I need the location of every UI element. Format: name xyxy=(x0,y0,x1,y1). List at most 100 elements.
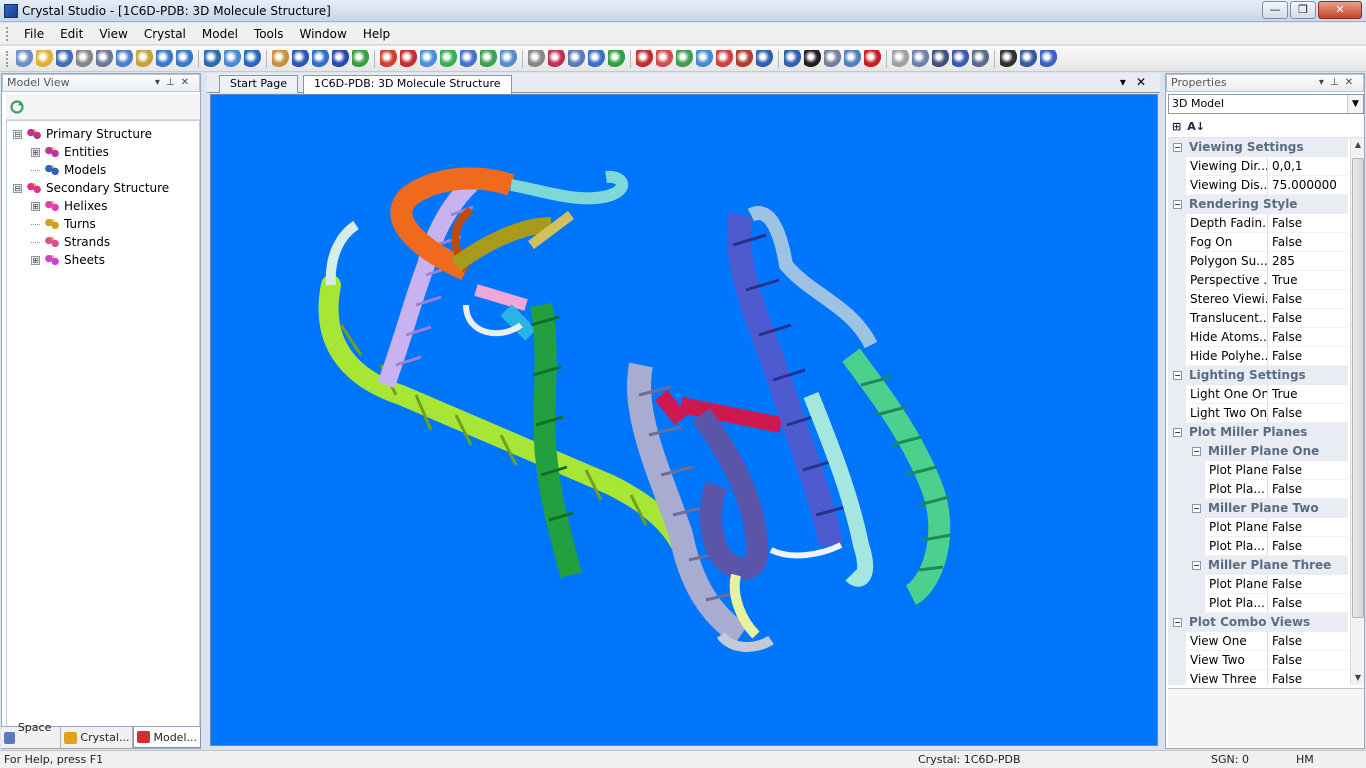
save-icon[interactable] xyxy=(56,50,73,67)
property-row[interactable]: Plot Pla... False xyxy=(1168,594,1348,613)
dots-red-icon[interactable] xyxy=(656,50,673,67)
property-value[interactable]: False xyxy=(1269,214,1348,233)
menu-window[interactable]: Window xyxy=(291,24,354,44)
symmetry-icon[interactable] xyxy=(568,50,585,67)
refresh-icon[interactable] xyxy=(244,50,261,67)
tab-list-icon[interactable]: ▾ xyxy=(1120,75,1136,89)
scroll-down-icon[interactable]: ▼ xyxy=(1351,671,1365,685)
property-row[interactable]: Polygon Su... 285 xyxy=(1168,252,1348,271)
property-row[interactable]: Plot Pla... False xyxy=(1168,480,1348,499)
title-bar[interactable]: Crystal Studio - [1C6D-PDB: 3D Molecule … xyxy=(0,0,1366,22)
property-value[interactable]: True xyxy=(1269,271,1348,290)
refresh-icon[interactable] xyxy=(9,99,25,115)
close-document-icon[interactable]: ✕ xyxy=(1136,75,1156,89)
red-dot-icon[interactable] xyxy=(864,50,881,67)
property-row[interactable]: Light One On True xyxy=(1168,385,1348,404)
atom-label-icon[interactable] xyxy=(332,50,349,67)
property-row[interactable]: View One False xyxy=(1168,632,1348,651)
menu-model[interactable]: Model xyxy=(194,24,246,44)
pin-icon[interactable]: ⊥ xyxy=(166,77,181,88)
select-icon[interactable] xyxy=(292,50,309,67)
property-row[interactable]: Light Two On False xyxy=(1168,404,1348,423)
dropdown-icon[interactable]: ▾ xyxy=(155,77,166,88)
close-button[interactable]: ✕ xyxy=(1318,1,1362,19)
menu-tools[interactable]: Tools xyxy=(246,24,292,44)
property-row[interactable]: Hide Atoms... False xyxy=(1168,328,1348,347)
property-value[interactable]: False xyxy=(1269,518,1348,537)
menu-grip[interactable] xyxy=(6,26,10,41)
menu-help[interactable]: Help xyxy=(355,24,398,44)
property-value[interactable]: False xyxy=(1269,594,1348,613)
property-subcategory[interactable]: − Miller Plane Three xyxy=(1168,556,1348,575)
property-category[interactable]: − Rendering Style xyxy=(1168,195,1348,214)
tree-item-secondary-structure[interactable]: ⊟ Secondary Structure xyxy=(13,179,169,197)
text-icon[interactable] xyxy=(1020,50,1037,67)
cell-icon[interactable] xyxy=(588,50,605,67)
rotate-icon[interactable] xyxy=(440,50,457,67)
property-row[interactable]: Viewing Dir... 0,0,1 xyxy=(1168,157,1348,176)
globe-icon[interactable] xyxy=(756,50,773,67)
film-icon[interactable] xyxy=(1000,50,1017,67)
export-icon[interactable] xyxy=(972,50,989,67)
collapse-toggle-icon[interactable]: − xyxy=(1173,428,1182,437)
bond-icon[interactable] xyxy=(380,50,397,67)
app-icon[interactable] xyxy=(4,3,18,18)
property-value[interactable]: False xyxy=(1269,347,1348,366)
property-value[interactable]: False xyxy=(1269,632,1348,651)
property-row[interactable]: Viewing Dis... 75.000000 xyxy=(1168,176,1348,195)
select-atoms-icon[interactable] xyxy=(312,50,329,67)
left-tab-model[interactable]: Model... xyxy=(133,727,201,748)
dots-icon[interactable] xyxy=(636,50,653,67)
property-row[interactable]: Depth Fadin... False xyxy=(1168,214,1348,233)
property-value[interactable]: 285 xyxy=(1269,252,1348,271)
expand-toggle-icon[interactable]: ⊟ xyxy=(13,129,22,139)
chevron-down-icon[interactable]: ▼ xyxy=(1347,95,1363,113)
paste-icon[interactable] xyxy=(136,50,153,67)
new-icon[interactable] xyxy=(16,50,33,67)
property-row[interactable]: Stereo Viewi... False xyxy=(1168,290,1348,309)
property-value[interactable]: True xyxy=(1269,385,1348,404)
left-tab-crystal[interactable]: Crystal... xyxy=(61,727,134,748)
tree-item-models[interactable]: Models xyxy=(31,161,106,179)
property-value[interactable]: 0,0,1 xyxy=(1269,157,1348,176)
left-tab-space[interactable]: Space ... xyxy=(1,721,62,755)
property-scrollbar[interactable]: ▲ ▼ xyxy=(1350,138,1364,685)
property-value[interactable]: False xyxy=(1269,670,1348,685)
object-selector[interactable]: 3D Model ▼ xyxy=(1168,94,1364,114)
tree-item-entities[interactable]: ⊞ Entities xyxy=(31,143,109,161)
property-row[interactable]: Translucent... False xyxy=(1168,309,1348,328)
scroll-thumb[interactable] xyxy=(1352,158,1364,618)
molecule-icon[interactable] xyxy=(400,50,417,67)
copy-view-icon[interactable] xyxy=(952,50,969,67)
plane-icon[interactable] xyxy=(480,50,497,67)
protein-ribbon-render[interactable] xyxy=(211,95,1158,746)
redo-icon[interactable] xyxy=(176,50,193,67)
tree-item-sheets[interactable]: ⊞ Sheets xyxy=(31,251,105,269)
close-icon[interactable]: ✕ xyxy=(1345,77,1359,88)
pin-icon[interactable]: ⊥ xyxy=(1330,77,1345,88)
tree-item-turns[interactable]: Turns xyxy=(31,215,96,233)
double-icon[interactable] xyxy=(676,50,693,67)
property-row[interactable]: Plot Pla... False xyxy=(1168,537,1348,556)
tab-start-page[interactable]: Start Page xyxy=(219,75,298,93)
build-icon[interactable] xyxy=(352,50,369,67)
dots-grid-icon[interactable] xyxy=(716,50,733,67)
menu-crystal[interactable]: Crystal xyxy=(136,24,194,44)
property-value[interactable]: False xyxy=(1269,575,1348,594)
property-category[interactable]: − Plot Combo Views xyxy=(1168,613,1348,632)
property-row[interactable]: Plot Plane False xyxy=(1168,575,1348,594)
property-value[interactable]: False xyxy=(1269,404,1348,423)
tab-molecule-structure[interactable]: 1C6D-PDB: 3D Molecule Structure xyxy=(303,75,512,94)
property-category[interactable]: − Lighting Settings xyxy=(1168,366,1348,385)
cell-red-icon[interactable] xyxy=(608,50,625,67)
copy-icon[interactable] xyxy=(116,50,133,67)
property-value[interactable]: False xyxy=(1269,290,1348,309)
measure-icon[interactable] xyxy=(528,50,545,67)
collapse-toggle-icon[interactable]: − xyxy=(1192,561,1201,570)
scroll-up-icon[interactable]: ▲ xyxy=(1351,138,1365,152)
tree-item-strands[interactable]: Strands xyxy=(31,233,110,251)
grid-icon[interactable] xyxy=(500,50,517,67)
categorized-icon[interactable]: ⊞ xyxy=(1172,120,1181,133)
property-row[interactable]: Plot Plane False xyxy=(1168,461,1348,480)
property-subcategory[interactable]: − Miller Plane Two xyxy=(1168,499,1348,518)
